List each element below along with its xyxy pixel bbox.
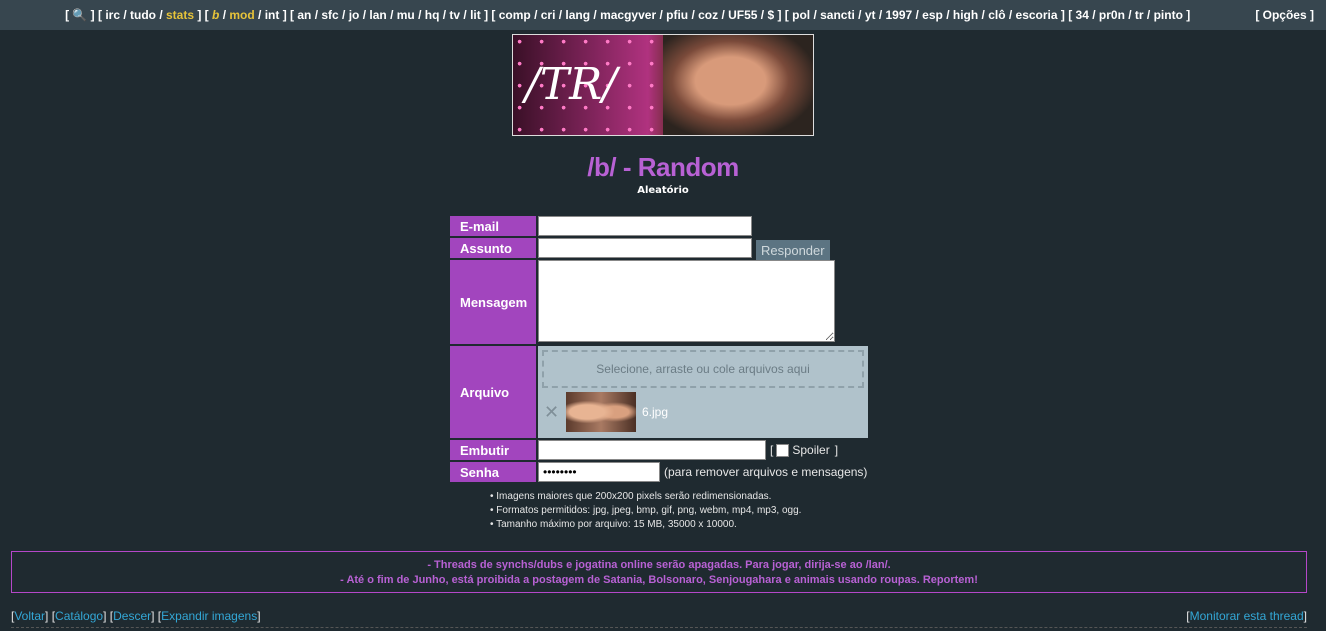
- board-title: /b/ - Random: [587, 152, 739, 182]
- dropzone-text[interactable]: Selecione, arraste ou cole arquivos aqui: [542, 350, 864, 388]
- board-list-start[interactable]: [ 🔍 ] [ irc / tudo /: [65, 8, 166, 22]
- bracket: ]: [834, 443, 839, 457]
- mod-link[interactable]: mod: [229, 8, 254, 22]
- board-header: /b/ - Random Aleatório: [0, 152, 1326, 196]
- spoiler-label: Spoiler: [792, 443, 830, 457]
- embed-field[interactable]: [538, 440, 766, 460]
- message-textarea[interactable]: [538, 260, 835, 342]
- catalog-link[interactable]: Catálogo: [55, 609, 103, 623]
- email-label: E-mail: [450, 216, 536, 236]
- embed-label: Embutir: [450, 440, 536, 460]
- bracket: [: [770, 443, 774, 457]
- embed-row: Embutir [ Spoiler ]: [450, 440, 868, 460]
- message-label: Mensagem: [450, 260, 536, 344]
- banner-container: /TR/: [0, 34, 1326, 136]
- rule-item: • Imagens maiores que 200x200 pixels ser…: [490, 491, 772, 502]
- email-row: E-mail: [450, 216, 868, 236]
- file-row: Arquivo Selecione, arraste ou cole arqui…: [450, 346, 868, 438]
- top-navigation-bar: [ 🔍 ] [ irc / tudo / stats ] [ b / mod /…: [0, 0, 1326, 30]
- scroll-down-link[interactable]: Descer: [113, 609, 151, 623]
- options-link[interactable]: [ Opções ]: [1255, 8, 1314, 22]
- announcement-line: - Até o fim de Junho, está proibida a po…: [340, 574, 978, 586]
- email-field[interactable]: [538, 216, 752, 236]
- subject-label: Assunto: [450, 238, 536, 258]
- expand-images-link[interactable]: Expandir imagens: [161, 609, 257, 623]
- password-label: Senha: [450, 462, 536, 482]
- reply-button[interactable]: Responder: [756, 240, 830, 260]
- announcement-line: - Threads de synchs/dubs e jogatina onli…: [427, 559, 891, 571]
- subject-row: Assunto Responder: [450, 238, 868, 260]
- back-link[interactable]: Voltar: [14, 609, 45, 623]
- board-list-rest[interactable]: / int ] [ an / sfc / jo / lan / mu / hq …: [255, 8, 1190, 22]
- watch-thread-link[interactable]: Monitorar esta thread: [1190, 609, 1304, 623]
- banner-image: [663, 35, 813, 135]
- rule-item: • Tamanho máximo por arquivo: 15 MB, 350…: [490, 519, 737, 530]
- file-name: 6.jpg: [642, 405, 669, 419]
- banner-logo-text: /TR/: [525, 59, 618, 110]
- divider: [11, 627, 1307, 628]
- board-banner[interactable]: /TR/: [512, 34, 814, 136]
- file-dropzone[interactable]: Selecione, arraste ou cole arquivos aqui…: [538, 346, 868, 438]
- password-field[interactable]: [538, 462, 660, 482]
- subject-field[interactable]: [538, 238, 752, 258]
- thread-nav-left: [Voltar] [Catálogo] [Descer] [Expandir i…: [11, 609, 261, 623]
- post-form: E-mail Assunto Responder Mensagem Arquiv…: [450, 216, 868, 484]
- selected-file: ✕ 6.jpg: [544, 392, 668, 432]
- password-row: Senha (para remover arquivos e mensagens…: [450, 462, 868, 482]
- file-label: Arquivo: [450, 346, 536, 438]
- file-thumbnail: [566, 392, 636, 432]
- board-subtitle: Aleatório: [637, 185, 689, 196]
- rule-item: • Formatos permitidos: jpg, jpeg, bmp, g…: [490, 505, 802, 516]
- remove-file-icon[interactable]: ✕: [544, 402, 562, 423]
- upload-rules: • Imagens maiores que 200x200 pixels ser…: [490, 490, 801, 532]
- stats-link[interactable]: stats: [166, 8, 194, 22]
- spoiler-control: [ Spoiler ]: [770, 440, 838, 460]
- password-note: (para remover arquivos e mensagens): [664, 465, 868, 479]
- message-row: Mensagem: [450, 260, 868, 344]
- thread-nav-right: [Monitorar esta thread]: [1186, 609, 1307, 623]
- thread-navigation: [Voltar] [Catálogo] [Descer] [Expandir i…: [11, 609, 1307, 623]
- announcement-box: - Threads de synchs/dubs e jogatina onli…: [11, 551, 1307, 593]
- board-list[interactable]: [ 🔍 ] [ irc / tudo / stats ] [ b / mod /…: [0, 8, 1255, 22]
- separator: ] [: [194, 8, 213, 22]
- separator: /: [219, 8, 230, 22]
- spoiler-checkbox[interactable]: [776, 443, 790, 457]
